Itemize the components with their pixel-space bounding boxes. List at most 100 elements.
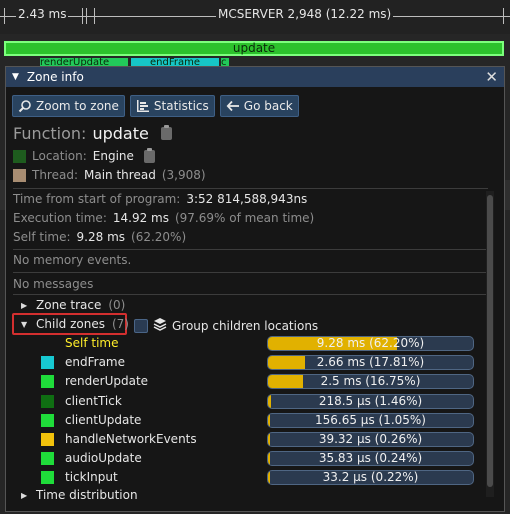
bar-chart-icon — [136, 99, 150, 113]
zone-info-window: ▼ Zone info ✕ Zoom to zone Statistics Go… — [5, 66, 505, 512]
child-zone-row[interactable]: clientTick 218.5 μs (1.46%) — [41, 393, 481, 410]
time-from-start-row: Time from start of program: 3:52 814,588… — [13, 192, 307, 206]
child-zone-row[interactable]: audioUpdate 35.83 μs (0.24%) — [41, 450, 481, 467]
zone-trace-header[interactable]: ▶ Zone trace (0) — [21, 298, 125, 312]
thread-id: (3,908) — [161, 168, 206, 182]
zone-color-swatch — [41, 413, 54, 427]
location-value: Engine — [92, 149, 134, 163]
child-zones-count: (7) — [111, 317, 129, 331]
zone-color-swatch — [41, 433, 54, 446]
statistics-label: Statistics — [153, 99, 209, 113]
thread-row: Thread: Main thread (3,908) — [13, 168, 206, 182]
child-zone-bar: 35.83 μs (0.24%) — [267, 451, 474, 467]
child-zone-row[interactable]: handleNetworkEvents 39.32 μs (0.26%) — [41, 431, 481, 448]
window-titlebar[interactable]: ▼ Zone info ✕ — [6, 67, 504, 87]
child-zone-row[interactable]: clientUpdate 156.65 μs (1.05%) — [41, 412, 481, 429]
update-zone-bar[interactable]: update — [4, 41, 504, 56]
function-label: Function: — [13, 124, 87, 143]
zone-color-swatch — [41, 394, 54, 408]
triangle-down-icon[interactable]: ▼ — [12, 72, 19, 82]
triangle-down-icon: ▼ — [21, 319, 28, 329]
execution-time-value: 14.92 ms — [112, 211, 169, 225]
child-zones-header[interactable]: ▼ Child zones (7) — [21, 317, 129, 331]
ruler-tick — [94, 8, 95, 24]
self-time-label: Self time: — [13, 230, 71, 244]
go-back-button[interactable]: Go back — [219, 95, 299, 117]
child-zone-value: 156.65 μs (1.05%) — [315, 412, 426, 427]
child-zone-value: 218.5 μs (1.46%) — [318, 393, 423, 408]
self-time-value: 9.28 ms — [76, 230, 126, 244]
child-zone-bar: 9.28 ms (62.20%) — [267, 336, 474, 351]
time-distribution-label: Time distribution — [36, 488, 138, 502]
timeline-ruler: 2.43 ms MCSERVER 2,948 (12.22 ms) — [0, 6, 510, 26]
layers-icon — [153, 317, 167, 334]
zone-color-swatch — [41, 452, 54, 466]
checkbox-box[interactable] — [134, 318, 148, 333]
execution-time-pct: (97.69% of mean time) — [174, 211, 315, 225]
child-zone-name: renderUpdate — [65, 374, 149, 389]
arrow-left-icon — [226, 99, 240, 113]
zone-color-swatch — [41, 375, 54, 389]
divider — [13, 272, 488, 273]
time-from-start-value: 3:52 814,588,943ns — [186, 192, 308, 206]
child-zone-value: 35.83 μs (0.24%) — [318, 451, 423, 466]
group-children-label: Group children locations — [172, 318, 319, 333]
execution-time-row: Execution time: 14.92 ms (97.69% of mean… — [13, 211, 314, 225]
scrollbar-thumb[interactable] — [487, 195, 493, 487]
child-zone-value: 33.2 μs (0.22%) — [322, 470, 419, 485]
child-zone-bar: 33.2 μs (0.22%) — [267, 470, 474, 486]
child-zone-bar: 39.32 μs (0.26%) — [267, 432, 474, 447]
child-zone-name: tickInput — [65, 470, 118, 485]
location-color-swatch — [13, 149, 26, 163]
child-zone-row[interactable]: Self time 9.28 ms (62.20%) — [41, 335, 481, 352]
child-zone-name: endFrame — [65, 355, 125, 370]
child-zone-row[interactable]: tickInput 33.2 μs (0.22%) — [41, 469, 481, 486]
location-label: Location: — [32, 149, 87, 163]
function-row: Function: update — [13, 124, 172, 143]
child-zone-value: 9.28 ms (62.20%) — [316, 336, 425, 350]
child-zone-bar: 2.66 ms (17.81%) — [267, 355, 474, 371]
thread-label: Thread: — [32, 168, 79, 182]
window-title: Zone info — [26, 70, 84, 84]
child-zone-bar: 156.65 μs (1.05%) — [267, 412, 474, 428]
child-zone-bar: 2.5 ms (16.75%) — [267, 374, 474, 390]
time-from-start-label: Time from start of program: — [13, 192, 181, 206]
go-back-label: Go back — [243, 99, 293, 113]
clipboard-icon[interactable] — [143, 147, 155, 163]
child-zone-row[interactable]: endFrame 2.66 ms (17.81%) — [41, 354, 481, 371]
zone-color-swatch — [41, 471, 54, 485]
child-zone-name: audioUpdate — [65, 451, 142, 466]
self-time-pct: (62.20%) — [131, 230, 187, 244]
zoom-to-zone-label: Zoom to zone — [36, 99, 119, 113]
child-zone-name: handleNetworkEvents — [65, 432, 197, 446]
zone-color-swatch — [41, 356, 54, 370]
child-zone-name: Self time — [65, 336, 119, 350]
clipboard-icon[interactable] — [160, 125, 172, 140]
zoom-to-zone-button[interactable]: Zoom to zone — [12, 95, 125, 117]
child-zone-row[interactable]: renderUpdate 2.5 ms (16.75%) — [41, 373, 481, 390]
time-distribution-header[interactable]: ▶ Time distribution — [21, 488, 138, 502]
ruler-center-label: MCSERVER 2,948 (12.22 ms) — [216, 7, 394, 21]
child-zone-value: 39.32 μs (0.26%) — [318, 432, 423, 446]
ruler-tick — [503, 8, 504, 24]
child-zone-name: clientUpdate — [65, 412, 142, 427]
child-zone-value: 2.66 ms (17.81%) — [316, 355, 425, 370]
ruler-tick — [4, 8, 5, 24]
thread-color-swatch — [13, 168, 26, 182]
zoom-icon — [18, 99, 32, 113]
statistics-button[interactable]: Statistics — [129, 95, 215, 117]
triangle-right-icon: ▶ — [21, 300, 28, 310]
group-children-checkbox[interactable]: Group children locations — [134, 317, 318, 334]
close-icon[interactable]: ✕ — [485, 68, 498, 86]
divider — [13, 249, 488, 250]
update-zone-label: update — [232, 41, 276, 55]
ruler-tick — [82, 8, 83, 24]
scrollbar[interactable] — [486, 191, 494, 497]
zone-trace-label: Zone trace — [36, 298, 102, 312]
toolbar: Zoom to zone Statistics Go back — [12, 95, 299, 117]
divider — [13, 294, 488, 295]
execution-time-label: Execution time: — [13, 211, 107, 225]
thread-value: Main thread — [84, 168, 156, 182]
ruler-left-label: 2.43 ms — [16, 7, 69, 21]
child-zones-label: Child zones — [36, 317, 105, 331]
